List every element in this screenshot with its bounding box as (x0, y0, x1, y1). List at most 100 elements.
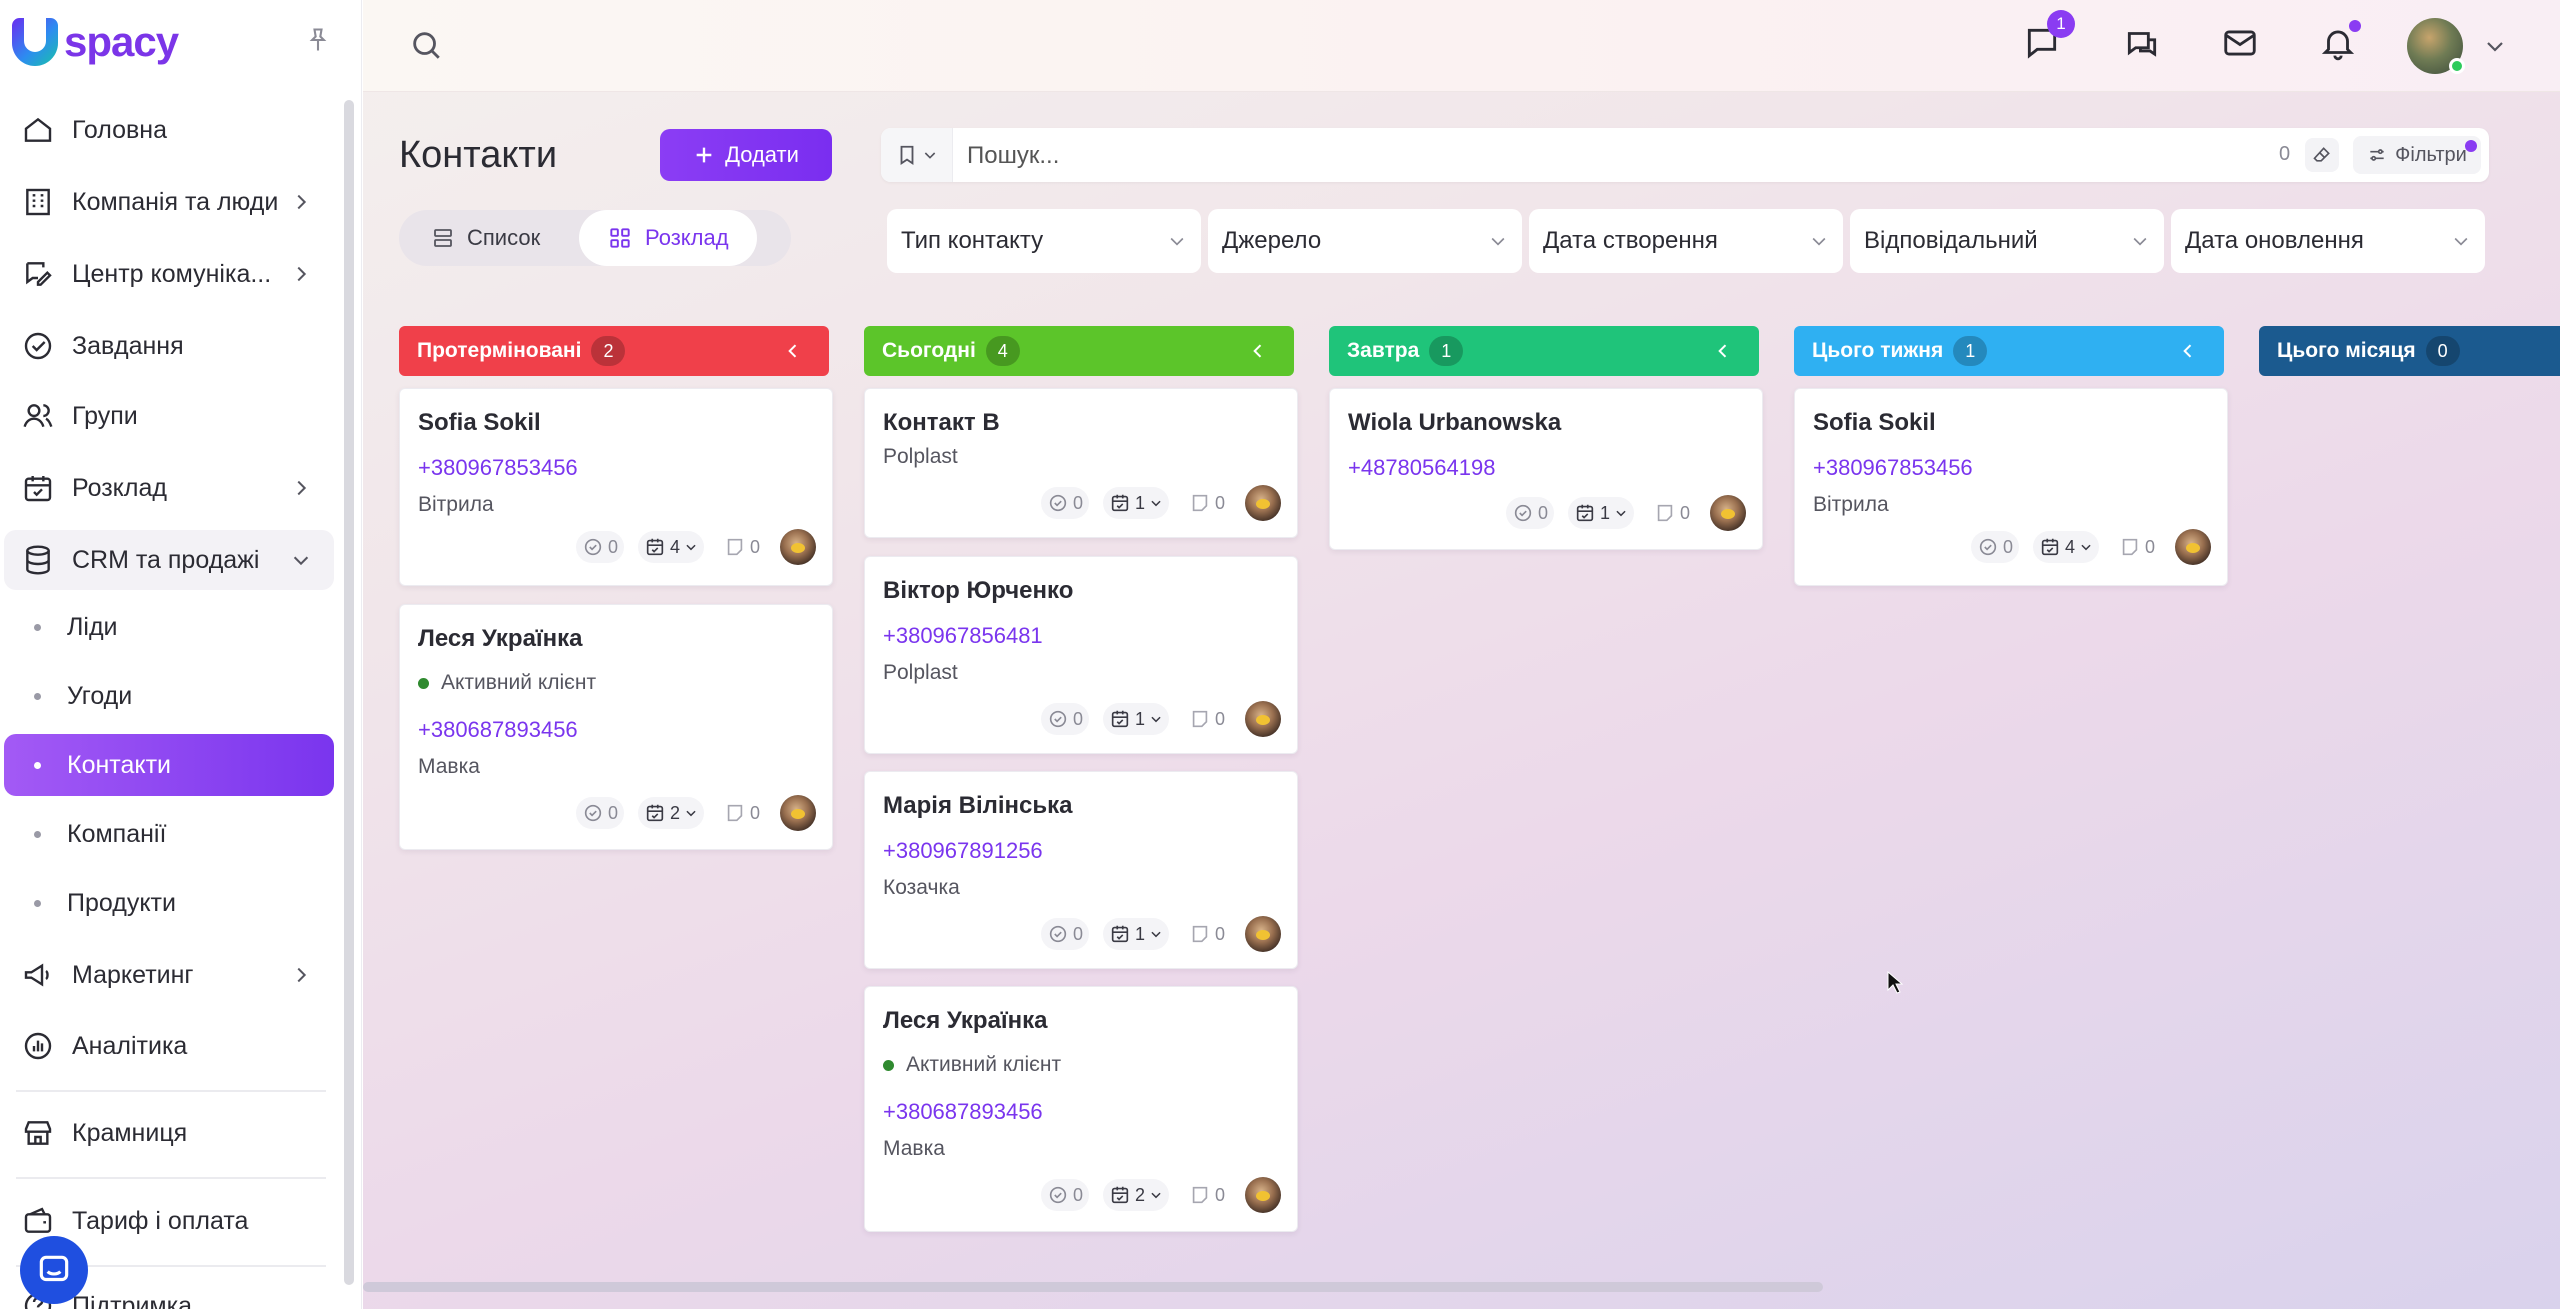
sidebar-item-groups[interactable]: Групи (4, 386, 334, 446)
sidebar-item-home[interactable]: Головна (4, 100, 334, 160)
saved-filters-button[interactable] (881, 128, 953, 182)
chats-button[interactable] (2123, 24, 2161, 67)
filter-source[interactable]: Джерело (1208, 209, 1522, 273)
column-header-this-week[interactable]: Цього тижня 1 (1794, 326, 2224, 376)
events-stat[interactable]: 1 (1102, 918, 1169, 950)
responsible-avatar[interactable] (780, 529, 816, 565)
sidebar-subitem-leads[interactable]: Ліди (4, 596, 334, 658)
responsible-avatar[interactable] (780, 795, 816, 831)
tasks-stat[interactable]: 0 (1040, 918, 1089, 950)
tab-list[interactable]: Список (431, 210, 581, 266)
responsible-avatar[interactable] (1710, 495, 1746, 531)
chat-bubbles-icon (2127, 32, 2157, 57)
chevron-down-icon[interactable] (2483, 34, 2507, 58)
responsible-avatar[interactable] (1245, 485, 1281, 521)
sidebar-item-marketing[interactable]: Маркетинг (4, 945, 334, 1005)
column-header-tomorrow[interactable]: Завтра 1 (1329, 326, 1759, 376)
contact-card[interactable]: Віктор Юрченко +380967856481 Polplast 0 … (864, 556, 1298, 754)
tasks-count: 0 (2002, 536, 2013, 557)
card-stats: 0 1 0 (1040, 701, 1281, 737)
contact-phone[interactable]: +380967853456 (1813, 455, 1973, 481)
support-chat-button[interactable] (20, 1236, 88, 1304)
tasks-stat[interactable]: 0 (1970, 531, 2019, 563)
sidebar-item-analytics[interactable]: Аналітика (4, 1016, 334, 1076)
notes-stat[interactable]: 0 (718, 531, 766, 563)
notes-stat[interactable]: 0 (1183, 703, 1231, 735)
pin-icon[interactable] (304, 26, 332, 54)
sidebar-subitem-contacts[interactable]: Контакти (4, 734, 334, 796)
notes-stat[interactable]: 0 (2113, 531, 2161, 563)
responsible-avatar[interactable] (1245, 916, 1281, 952)
sidebar-item-communication[interactable]: Центр комуніка... (4, 244, 334, 304)
column-header-today[interactable]: Сьогодні 4 (864, 326, 1294, 376)
filter-contact-type[interactable]: Тип контакту (887, 209, 1201, 273)
filters-button[interactable]: Фільтри (2353, 136, 2481, 174)
sidebar-subitem-products[interactable]: Продукти (4, 872, 334, 934)
events-stat[interactable]: 4 (2032, 531, 2099, 563)
events-stat[interactable]: 1 (1102, 487, 1169, 519)
search-input[interactable]: Пошук... (967, 142, 1059, 170)
notes-stat[interactable]: 0 (1183, 918, 1231, 950)
notifications-button[interactable] (2319, 20, 2361, 67)
tasks-stat[interactable]: 0 (1505, 497, 1554, 529)
contact-card[interactable]: Марія Вілінська +380967891256 Козачка 0 … (864, 771, 1298, 969)
sidebar-item-crm[interactable]: CRM та продажі (4, 530, 334, 590)
filter-responsible[interactable]: Відповідальний (1850, 209, 2164, 273)
events-stat[interactable]: 1 (1567, 497, 1634, 529)
contact-phone[interactable]: +48780564198 (1348, 455, 1495, 481)
chevron-left-icon[interactable] (1248, 341, 1268, 361)
tasks-stat[interactable]: 0 (1040, 703, 1089, 735)
column-header-overdue[interactable]: Протерміновані 2 (399, 326, 829, 376)
tasks-stat[interactable]: 0 (1040, 1179, 1089, 1211)
contact-card[interactable]: Контакт В Polplast 0 1 0 (864, 388, 1298, 538)
sidebar-scrollbar[interactable] (344, 100, 354, 1285)
contact-phone[interactable]: +380967891256 (883, 838, 1043, 864)
events-stat[interactable]: 1 (1102, 703, 1169, 735)
tasks-stat[interactable]: 0 (1040, 487, 1089, 519)
search-icon[interactable] (409, 28, 443, 62)
contact-phone[interactable]: +380967853456 (418, 455, 578, 481)
sidebar-item-company[interactable]: Компанія та люди (4, 172, 334, 232)
check-circle-icon (1979, 538, 1997, 556)
tasks-stat[interactable]: 0 (575, 797, 624, 829)
clear-search-button[interactable] (2305, 138, 2339, 172)
sidebar-item-store[interactable]: Крамниця (4, 1103, 334, 1163)
notes-stat[interactable]: 0 (1648, 497, 1696, 529)
chevron-left-icon[interactable] (2178, 341, 2198, 361)
add-contact-button[interactable]: Додати (660, 129, 832, 181)
sidebar-item-schedule[interactable]: Розклад (4, 458, 334, 518)
mail-button[interactable] (2221, 24, 2259, 67)
responsible-avatar[interactable] (2175, 529, 2211, 565)
sidebar-item-tasks[interactable]: Завдання (4, 316, 334, 376)
column-header-this-month[interactable]: Цього місяця 0 (2259, 326, 2560, 376)
logo[interactable]: spacy (12, 18, 179, 66)
sidebar-subitem-deals[interactable]: Угоди (4, 665, 334, 727)
contact-phone[interactable]: +380687893456 (883, 1099, 1043, 1125)
divider (16, 1177, 326, 1179)
contact-card[interactable]: Wiola Urbanowska +48780564198 0 1 0 (1329, 388, 1763, 550)
chevron-left-icon[interactable] (1713, 341, 1733, 361)
contact-card[interactable]: Sofia Sokil +380967853456 Вітрила 0 4 0 (1794, 388, 2228, 586)
notes-stat[interactable]: 0 (1183, 487, 1231, 519)
responsible-avatar[interactable] (1245, 1177, 1281, 1213)
contact-phone[interactable]: +380967856481 (883, 623, 1043, 649)
notes-stat[interactable]: 0 (1183, 1179, 1231, 1211)
tab-board[interactable]: Розклад (579, 210, 757, 266)
user-avatar[interactable] (2407, 18, 2465, 74)
events-stat[interactable]: 2 (637, 797, 704, 829)
responsible-avatar[interactable] (1245, 701, 1281, 737)
filter-updated-date[interactable]: Дата оновлення (2171, 209, 2485, 273)
events-stat[interactable]: 2 (1102, 1179, 1169, 1211)
contact-card[interactable]: Леся Українка Активний клієнт +380687893… (399, 604, 833, 850)
sidebar-subitem-companies[interactable]: Компанії (4, 803, 334, 865)
notes-stat[interactable]: 0 (718, 797, 766, 829)
contact-card[interactable]: Леся Українка Активний клієнт +380687893… (864, 986, 1298, 1232)
tasks-stat[interactable]: 0 (575, 531, 624, 563)
board-horizontal-scrollbar[interactable] (363, 1282, 1823, 1292)
chevron-left-icon[interactable] (783, 341, 803, 361)
events-stat[interactable]: 4 (637, 531, 704, 563)
filter-created-date[interactable]: Дата створення (1529, 209, 1843, 273)
messages-button[interactable]: 1 (2023, 10, 2075, 67)
contact-card[interactable]: Sofia Sokil +380967853456 Вітрила 0 4 0 (399, 388, 833, 586)
contact-phone[interactable]: +380687893456 (418, 717, 578, 743)
